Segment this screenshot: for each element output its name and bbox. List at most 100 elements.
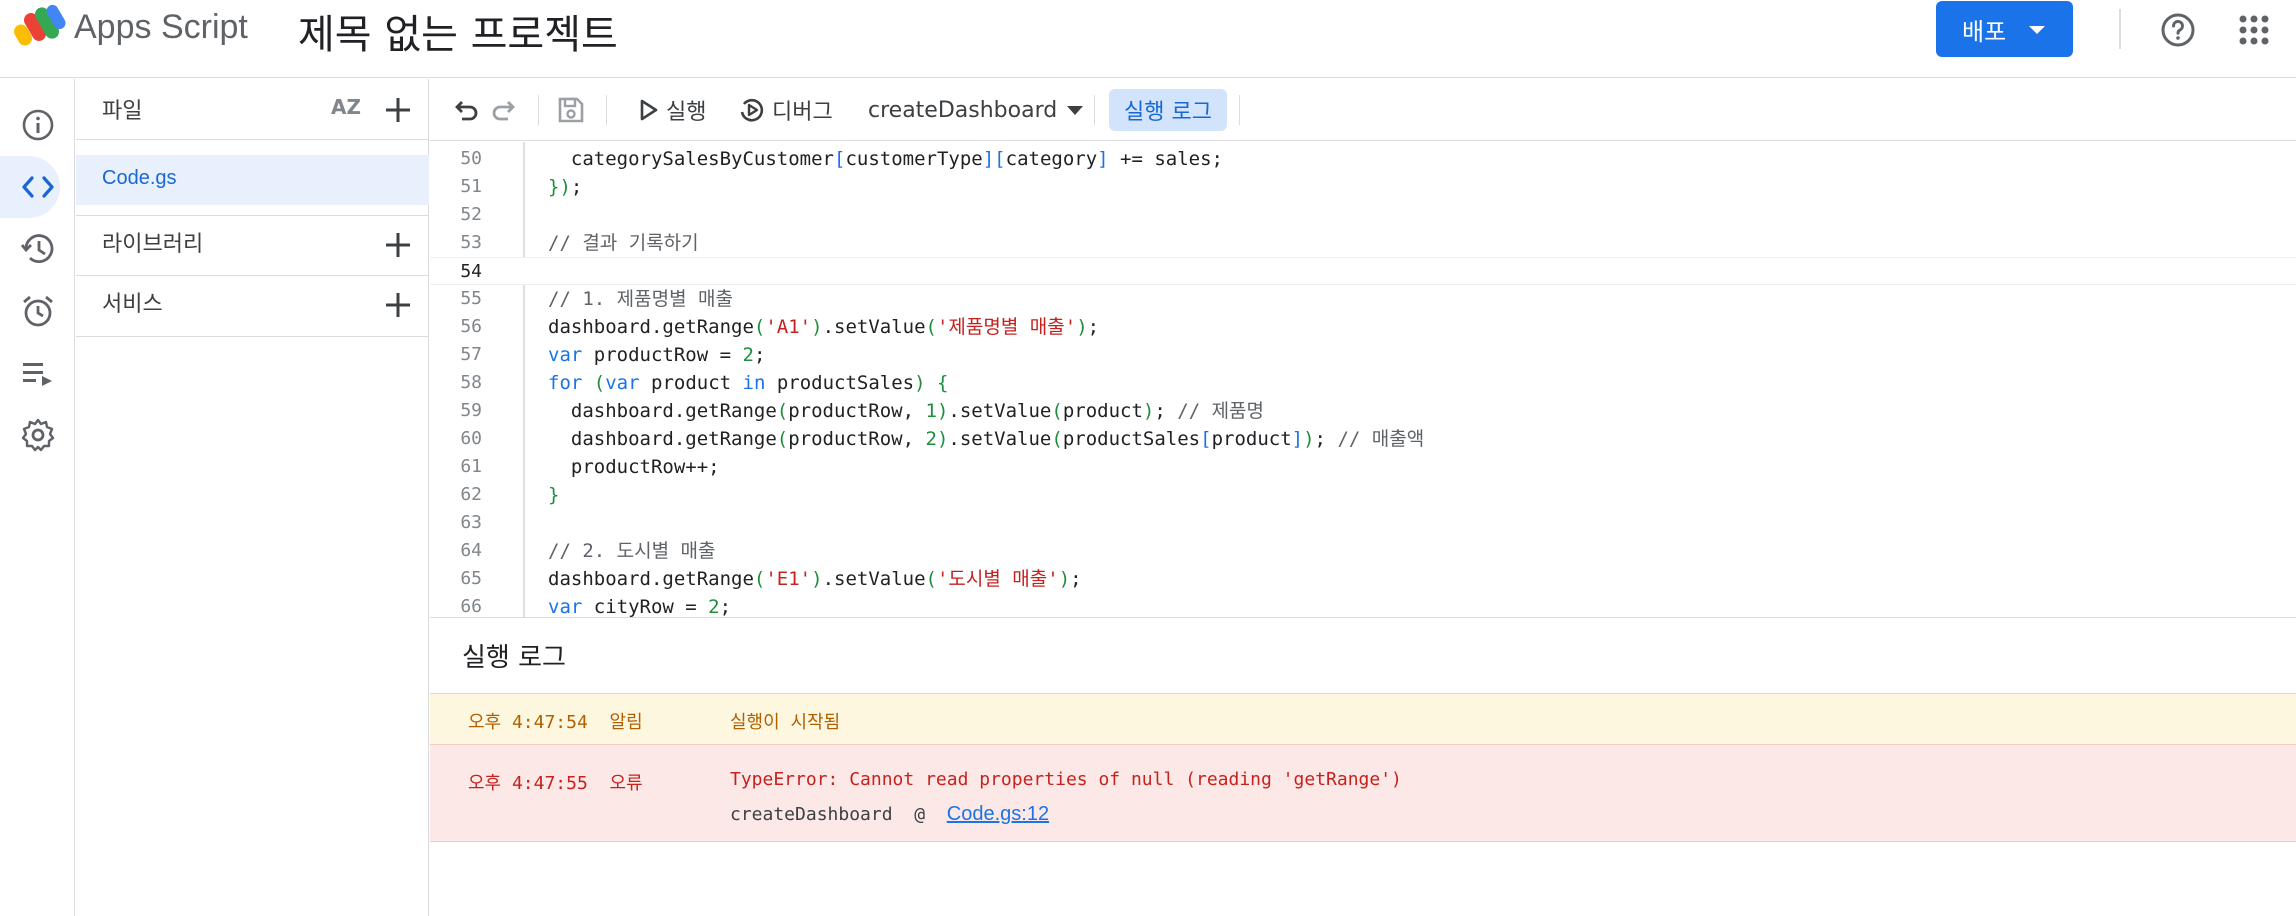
log-time: 오후 4:47:54 알림 <box>468 712 643 733</box>
rail-overview[interactable] <box>0 94 75 156</box>
add-service-icon[interactable] <box>383 290 413 320</box>
code-text: dashboard.getRange(productRow, 2).setVal… <box>548 428 1425 450</box>
code-text: // 2. 도시별 매출 <box>548 540 716 562</box>
code-text: dashboard.getRange(productRow, 1).setVal… <box>548 400 1265 422</box>
files-section-header: 파일 AZ <box>76 79 429 140</box>
line-number: 52 <box>460 204 482 225</box>
code-text: var productRow = 2; <box>548 344 766 366</box>
function-select[interactable]: createDashboard <box>868 79 1084 141</box>
log-entry-error: 오후 4:47:55 오류 TypeError: Cannot read pro… <box>430 744 2296 842</box>
code-line[interactable]: 64 // 2. 도시별 매출 <box>430 537 2296 565</box>
code-line[interactable]: 61 productRow++; <box>430 453 2296 481</box>
run-button[interactable]: 실행 <box>638 79 706 141</box>
code-text: dashboard.getRange('E1').setValue('도시별 매… <box>548 568 1082 590</box>
line-number: 58 <box>460 372 482 393</box>
debug-button[interactable]: 디버그 <box>738 79 833 141</box>
code-line[interactable]: 54 <box>430 257 2296 285</box>
code-text: } <box>548 484 560 506</box>
undo-button[interactable] <box>450 79 480 141</box>
editor-toolbar: 실행 디버그 createDashboard 실행 로그 <box>430 79 2296 141</box>
add-library-icon[interactable] <box>383 230 413 260</box>
line-number: 60 <box>460 428 482 449</box>
execution-log-toggle[interactable]: 실행 로그 <box>1109 89 1227 131</box>
save-button[interactable] <box>556 79 586 141</box>
code-line[interactable]: 62} <box>430 481 2296 509</box>
redo-button[interactable] <box>490 79 520 141</box>
code-line[interactable]: 56 dashboard.getRange('A1').setValue('제품명… <box>430 313 2296 341</box>
services-label: 서비스 <box>102 292 163 317</box>
app-header: Apps Script 제목 없는 프로젝트 배포 <box>0 0 2296 78</box>
code-text: // 결과 기록하기 <box>548 232 699 254</box>
code-line[interactable]: 53 // 결과 기록하기 <box>430 229 2296 257</box>
deploy-label: 배포 <box>1962 17 2007 46</box>
file-item-code-gs[interactable]: Code.gs <box>76 155 429 205</box>
code-text: for (var product in productSales) { <box>548 372 949 394</box>
rail-executions[interactable] <box>0 342 75 404</box>
code-line[interactable]: 63 <box>430 509 2296 537</box>
help-icon[interactable] <box>2160 12 2196 48</box>
toolbar-divider <box>1239 95 1240 125</box>
deploy-button[interactable]: 배포 <box>1936 1 2073 57</box>
code-line[interactable]: 60 dashboard.getRange(productRow, 2).set… <box>430 425 2296 453</box>
debug-icon <box>740 98 764 122</box>
toolbar-divider <box>606 95 607 125</box>
code-icon <box>21 176 54 198</box>
chevron-down-icon <box>2029 26 2045 34</box>
code-editor[interactable]: 50 categorySalesByCustomer[customerType]… <box>430 142 2296 618</box>
line-number: 54 <box>460 261 482 282</box>
log-time: 오후 4:47:55 오류 <box>468 773 643 794</box>
chevron-down-icon <box>1067 105 1084 115</box>
line-number: 64 <box>460 540 482 561</box>
code-line[interactable]: 57 var productRow = 2; <box>430 341 2296 369</box>
execution-log-panel: 실행 로그 오후 4:47:54 알림 실행이 시작됨 오후 4:47:55 오… <box>430 619 2296 916</box>
files-panel: 파일 AZ Code.gs 라이브러리 서비스 <box>76 79 429 916</box>
google-apps-icon[interactable] <box>2238 14 2270 46</box>
project-title[interactable]: 제목 없는 프로젝트 <box>298 2 618 60</box>
code-line[interactable]: 66 var cityRow = 2; <box>430 593 2296 618</box>
sort-az-icon[interactable]: AZ <box>331 95 361 119</box>
line-number: 55 <box>460 288 482 309</box>
line-number: 66 <box>460 596 482 617</box>
code-line[interactable]: 65 dashboard.getRange('E1').setValue('도시별… <box>430 565 2296 593</box>
code-line[interactable]: 55 // 1. 제품명별 매출 <box>430 285 2296 313</box>
log-message: 실행이 시작됨 <box>730 712 841 733</box>
line-number: 50 <box>460 148 482 169</box>
play-icon <box>640 99 658 121</box>
line-number: 62 <box>460 484 482 505</box>
redo-icon <box>492 101 515 121</box>
rail-editor[interactable] <box>0 156 75 218</box>
log-entry-info: 오후 4:47:54 알림 실행이 시작됨 <box>430 693 2296 744</box>
stack-trace: createDashboard @ Code.gs:12 <box>730 803 1050 825</box>
code-text: productRow++; <box>548 456 720 478</box>
app-name[interactable]: Apps Script <box>74 8 248 47</box>
code-text: var cityRow = 2; <box>548 596 732 618</box>
run-label: 실행 <box>666 100 707 125</box>
code-line[interactable]: 59 dashboard.getRange(productRow, 1).set… <box>430 397 2296 425</box>
line-number: 59 <box>460 400 482 421</box>
code-line[interactable]: 58 for (var product in productSales) { <box>430 369 2296 397</box>
code-line[interactable]: 52 <box>430 201 2296 229</box>
log-message: TypeError: Cannot read properties of nul… <box>730 769 1402 790</box>
executions-icon <box>22 363 52 386</box>
line-number: 65 <box>460 568 482 589</box>
alarm-icon <box>22 295 53 327</box>
gear-icon <box>21 418 54 452</box>
save-icon <box>558 97 584 123</box>
code-line[interactable]: 51}); <box>430 173 2296 201</box>
toolbar-divider <box>1094 95 1095 125</box>
line-number: 53 <box>460 232 482 253</box>
info-icon <box>22 109 53 141</box>
add-file-icon[interactable] <box>383 95 413 125</box>
code-line[interactable]: 50 categorySalesByCustomer[customerType]… <box>430 145 2296 173</box>
function-name: createDashboard <box>868 97 1058 123</box>
rail-settings[interactable] <box>0 404 75 466</box>
rail-history[interactable] <box>0 218 75 280</box>
libraries-label: 라이브러리 <box>102 232 204 257</box>
rail-triggers[interactable] <box>0 280 75 342</box>
code-text: categorySalesByCustomer[customerType][ca… <box>548 148 1223 170</box>
apps-script-logo[interactable] <box>14 4 66 50</box>
left-nav-rail <box>0 79 75 916</box>
stack-link-code-gs[interactable]: Code.gs:12 <box>947 803 1049 825</box>
code-text: dashboard.getRange('A1').setValue('제품명별 … <box>548 316 1100 338</box>
execution-log-label: 실행 로그 <box>1124 100 1212 125</box>
